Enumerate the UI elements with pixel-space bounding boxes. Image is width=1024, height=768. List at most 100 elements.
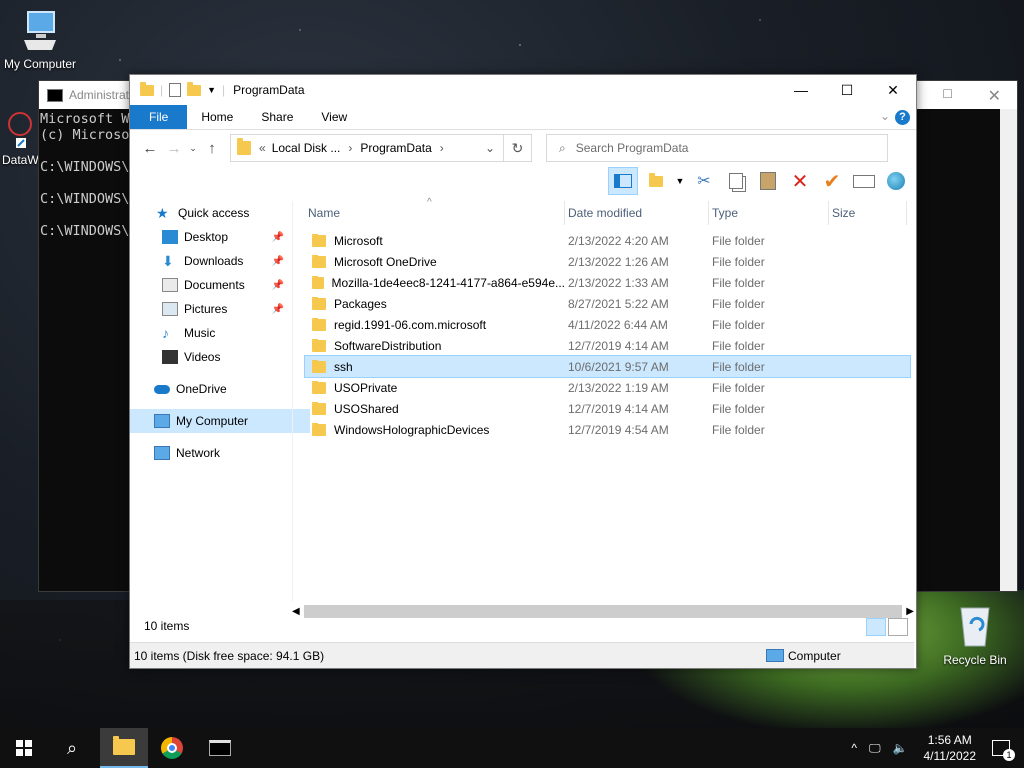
recent-locations-icon[interactable]: ⌄ (186, 143, 200, 154)
tab-file[interactable]: File (130, 105, 188, 129)
maximize-button[interactable]: ☐ (824, 75, 870, 105)
cut-icon[interactable]: ✂ (690, 168, 718, 194)
nav-label: Pictures (184, 302, 228, 316)
table-row[interactable]: regid.1991-06.com.microsoft 4/11/2022 6:4… (305, 314, 910, 335)
item-count: 10 items (144, 619, 190, 633)
table-row[interactable]: Mozilla-1de4eec8-1241-4177-a864-e594e...… (305, 272, 910, 293)
desktop-icon-recycle-bin[interactable]: Recycle Bin (940, 600, 1010, 667)
nav-onedrive[interactable]: OneDrive (130, 377, 290, 401)
taskbar-command-prompt[interactable] (196, 728, 244, 768)
help-icon[interactable]: ? (895, 110, 910, 125)
clock[interactable]: 1:56 AM 4/11/2022 (924, 732, 977, 764)
table-row[interactable]: Microsoft 2/13/2022 4:20 AM File folder (305, 230, 910, 251)
chevron-right-icon[interactable]: › (440, 141, 444, 155)
file-date: 10/6/2021 9:57 AM (568, 359, 669, 374)
table-row[interactable]: WindowsHolographicDevices 12/7/2019 4:54 … (305, 419, 910, 440)
pin-icon[interactable]: 📌 (272, 232, 284, 243)
globe-icon[interactable] (882, 168, 910, 194)
back-icon[interactable]: ← (138, 140, 162, 157)
search-box[interactable]: ⌕ Search ProgramData (546, 134, 888, 162)
close-button[interactable]: ✕ (870, 75, 916, 105)
paste-icon[interactable] (754, 168, 782, 194)
delete-icon[interactable]: ✕ (786, 168, 814, 194)
address-bar[interactable]: « Local Disk ... › ProgramData › ⌄ (230, 134, 504, 162)
column-size[interactable]: Size (829, 201, 907, 225)
console-scrollbar[interactable] (1000, 109, 1017, 591)
taskbar-file-explorer[interactable] (100, 728, 148, 768)
file-name-cell: Microsoft (305, 233, 565, 248)
file-name-cell: Packages (305, 296, 565, 311)
start-button[interactable] (0, 728, 48, 768)
column-name[interactable]: Name (305, 201, 565, 225)
pin-icon[interactable]: 📌 (272, 280, 284, 291)
table-row[interactable]: USOShared 12/7/2019 4:14 AM File folder (305, 398, 910, 419)
ribbon-tabs: File Home Share View (130, 105, 916, 130)
nav-quick-access[interactable]: ★ Quick access (130, 201, 290, 225)
folder-icon (312, 233, 326, 247)
chevron-right-icon[interactable]: › (348, 141, 352, 155)
layout-icon[interactable] (642, 168, 670, 194)
show-hidden-icons-icon[interactable]: ^ (851, 741, 857, 755)
column-type[interactable]: Type (709, 201, 829, 225)
nav-pictures[interactable]: Pictures 📌 (130, 297, 290, 321)
console-close-icon[interactable]: ✕ (988, 86, 1001, 106)
large-icons-view-icon[interactable] (888, 618, 908, 636)
pin-icon[interactable]: 📌 (272, 304, 284, 315)
volume-icon[interactable]: 🔈 (893, 741, 908, 755)
nav-videos[interactable]: Videos (130, 345, 290, 369)
search-input[interactable]: Search ProgramData (576, 141, 689, 155)
nav-my-computer[interactable]: My Computer (130, 409, 310, 433)
taskbar-chrome[interactable] (148, 728, 196, 768)
nav-pane-divider[interactable] (292, 201, 293, 601)
rename-icon[interactable] (850, 168, 878, 194)
forward-icon[interactable]: → (162, 140, 186, 157)
tab-view[interactable]: View (307, 105, 361, 129)
address-overflow[interactable]: « (259, 141, 266, 155)
qat-dropdown-icon[interactable]: ▼ (207, 85, 216, 95)
nav-desktop[interactable]: Desktop 📌 (130, 225, 290, 249)
file-name-cell: regid.1991-06.com.microsoft (305, 317, 565, 332)
notifications-icon[interactable]: 1 (992, 740, 1015, 761)
nav-label: OneDrive (176, 382, 227, 396)
layout-dropdown-icon[interactable]: ▼ (674, 168, 686, 194)
file-type: File folder (712, 401, 765, 416)
preview-pane-icon[interactable] (608, 167, 638, 195)
nav-network[interactable]: Network (130, 441, 290, 465)
nav-downloads[interactable]: ⬇ Downloads 📌 (130, 249, 290, 273)
folder-icon (113, 736, 135, 755)
table-row[interactable]: SoftwareDistribution 12/7/2019 4:14 AM Fil… (305, 335, 910, 356)
folder-icon (312, 275, 324, 289)
new-folder-icon[interactable] (187, 81, 202, 96)
explorer-window[interactable]: | ▼ | ProgramData — ☐ ✕ File Home Share … (129, 74, 917, 669)
breadcrumb-programdata[interactable]: ProgramData (360, 141, 431, 155)
refresh-button[interactable]: ↻ (504, 134, 532, 162)
minimize-button[interactable]: — (778, 75, 824, 105)
copy-icon[interactable] (722, 168, 750, 194)
nav-documents[interactable]: Documents 📌 (130, 273, 290, 297)
explorer-titlebar[interactable]: | ▼ | ProgramData — ☐ ✕ (130, 75, 916, 105)
file-rows: Microsoft 2/13/2022 4:20 AM File folder Mic… (304, 230, 911, 440)
notification-count: 1 (1003, 749, 1015, 761)
desktop-icon-dataw[interactable]: DataW (2, 110, 39, 167)
table-row[interactable]: Packages 8/27/2021 5:22 AM File folder (305, 293, 910, 314)
checkmark-icon[interactable]: ✔ (818, 168, 846, 194)
pin-icon[interactable]: 📌 (272, 256, 284, 267)
tab-share[interactable]: Share (247, 105, 307, 129)
up-icon[interactable]: ↑ (200, 140, 224, 157)
column-date-modified[interactable]: Date modified (565, 201, 709, 225)
network-icon[interactable]: 🖵 (869, 741, 881, 756)
desktop-icon-my-computer[interactable]: My Computer (2, 10, 78, 71)
breadcrumb-local-disk[interactable]: Local Disk ... (272, 141, 341, 155)
table-row[interactable]: ssh 10/6/2021 9:57 AM File folder (304, 355, 911, 378)
music-icon: ♪ (162, 325, 169, 341)
console-maximize-icon[interactable]: ☐ (942, 87, 953, 101)
table-row[interactable]: Microsoft OneDrive 2/13/2022 1:26 AM File … (305, 251, 910, 272)
details-view-icon[interactable] (866, 618, 886, 636)
nav-music[interactable]: ♪ Music (130, 321, 290, 345)
properties-icon[interactable] (169, 83, 182, 97)
table-row[interactable]: USOPrivate 2/13/2022 1:19 AM File folder (305, 377, 910, 398)
address-dropdown-icon[interactable]: ⌄ (485, 141, 495, 155)
search-button[interactable]: ⌕ (48, 728, 96, 768)
ribbon-expand-icon[interactable]: ⌄ (880, 109, 890, 123)
tab-home[interactable]: Home (187, 105, 247, 129)
